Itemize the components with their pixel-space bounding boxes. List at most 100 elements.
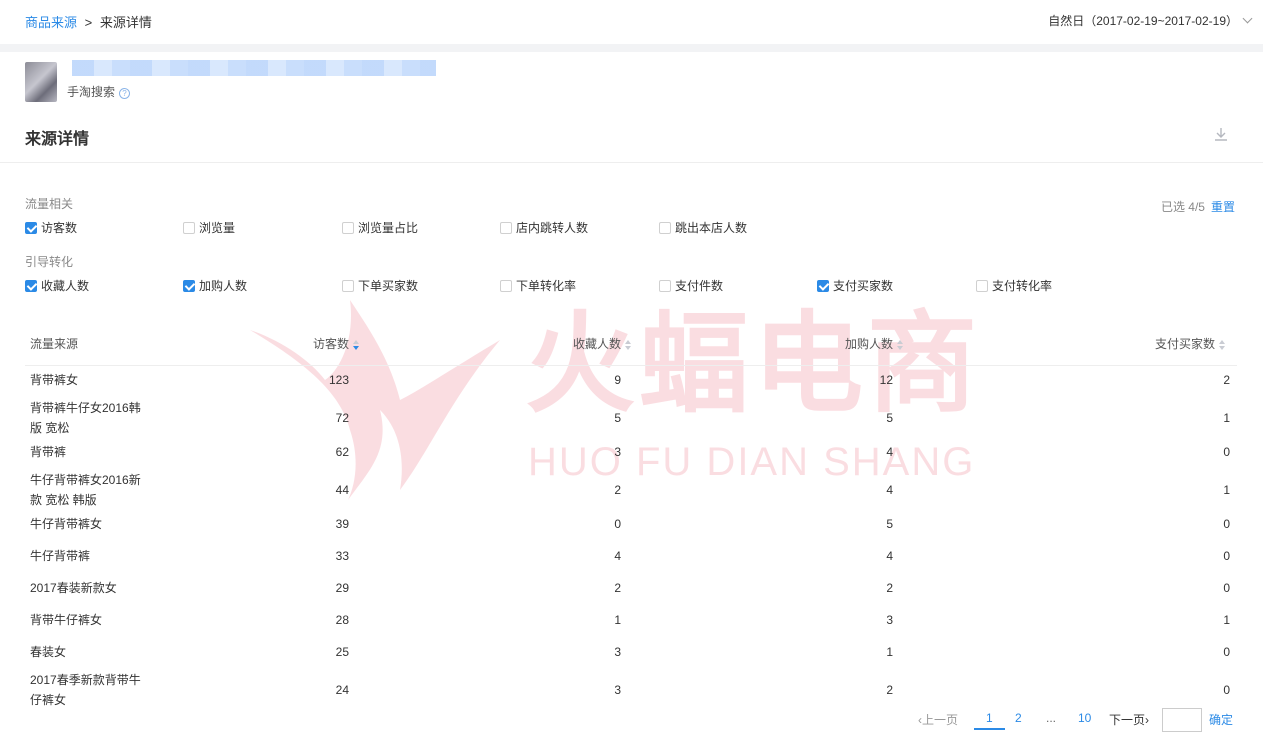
metric-checkbox[interactable]: 支付转化率 bbox=[976, 277, 1052, 294]
cell-buyers: 0 bbox=[1223, 549, 1230, 563]
table-row: 2017春季新款背带牛仔裤女 24 3 2 0 bbox=[25, 670, 1237, 710]
page-button-2[interactable]: 2 bbox=[1015, 711, 1022, 725]
source-subtitle: 手淘搜索? bbox=[67, 83, 131, 100]
checkbox-unchecked-icon[interactable] bbox=[342, 221, 354, 234]
cell-add-cart: 4 bbox=[886, 549, 893, 563]
metric-checkbox-label: 店内跳转人数 bbox=[516, 221, 589, 235]
cell-buyers: 2 bbox=[1223, 373, 1230, 387]
sort-icon[interactable] bbox=[1219, 339, 1226, 350]
checkbox-checked-icon[interactable] bbox=[183, 279, 195, 292]
checkbox-unchecked-icon[interactable] bbox=[659, 221, 671, 234]
filter-group-label-traffic: 流量相关 bbox=[25, 197, 74, 211]
column-header-add-cart[interactable]: 加购人数 bbox=[845, 335, 904, 352]
cell-source-name: 春装女 bbox=[30, 645, 67, 659]
date-range-text: 自然日（2017-02-19~2017-02-19） bbox=[1048, 14, 1238, 28]
metric-checkbox-label: 访客数 bbox=[41, 221, 78, 235]
sort-icon[interactable] bbox=[625, 339, 632, 350]
breadcrumb-parent-link[interactable]: 商品来源 bbox=[25, 15, 77, 30]
checkbox-unchecked-icon[interactable] bbox=[183, 221, 195, 234]
metric-checkbox-label: 下单转化率 bbox=[516, 279, 577, 293]
cell-source-name: 2017春季新款背带牛仔裤女 bbox=[30, 673, 141, 707]
checkbox-unchecked-icon[interactable] bbox=[976, 279, 988, 292]
metric-checkbox-label: 支付转化率 bbox=[992, 279, 1053, 293]
metric-checkbox[interactable]: 收藏人数 bbox=[25, 277, 89, 294]
cell-source-name: 背带裤牛仔女2016韩版 宽松 bbox=[30, 401, 141, 435]
chevron-right-icon: › bbox=[1145, 713, 1150, 727]
metric-checkbox[interactable]: 下单买家数 bbox=[342, 277, 418, 294]
cell-source-name: 背带裤女 bbox=[30, 373, 79, 387]
table-row: 背带裤女 123 9 12 2 bbox=[25, 370, 1237, 390]
help-icon[interactable]: ? bbox=[119, 88, 131, 99]
page-button-last[interactable]: 10 bbox=[1078, 711, 1091, 725]
top-gap bbox=[0, 44, 1263, 52]
column-header-visitors[interactable]: 访客数 bbox=[313, 335, 360, 352]
cell-visitors: 62 bbox=[335, 445, 349, 459]
metric-checkbox[interactable]: 浏览量 bbox=[183, 219, 235, 236]
cell-add-cart: 3 bbox=[886, 613, 893, 627]
breadcrumb-current: 来源详情 bbox=[99, 15, 152, 30]
sort-icon[interactable] bbox=[897, 339, 904, 350]
metric-checkbox[interactable]: 浏览量占比 bbox=[342, 219, 418, 236]
checkbox-unchecked-icon[interactable] bbox=[342, 279, 354, 292]
download-icon[interactable] bbox=[1213, 126, 1229, 142]
metric-checkbox-label: 加购人数 bbox=[199, 279, 248, 293]
checkbox-checked-icon[interactable] bbox=[25, 221, 37, 234]
cell-favorites: 4 bbox=[614, 549, 621, 563]
column-header-buyers[interactable]: 支付买家数 bbox=[1155, 335, 1226, 352]
column-header-visitors-label: 访客数 bbox=[313, 337, 350, 351]
selected-count: 已选 4/5 bbox=[1160, 200, 1205, 214]
table-row: 背带裤 62 3 4 0 bbox=[25, 442, 1237, 462]
cell-add-cart: 2 bbox=[886, 581, 893, 595]
metric-checkbox[interactable]: 支付件数 bbox=[659, 277, 723, 294]
prev-page-button[interactable]: ‹上一页 bbox=[918, 711, 958, 728]
page-ellipsis: ... bbox=[1046, 711, 1057, 725]
cell-buyers: 1 bbox=[1223, 613, 1230, 627]
metric-checkbox[interactable]: 访客数 bbox=[25, 219, 77, 236]
page-jump-input[interactable] bbox=[1162, 708, 1202, 732]
cell-favorites: 1 bbox=[614, 613, 621, 627]
table-header-divider bbox=[25, 365, 1237, 366]
page-jump-confirm-button[interactable]: 确定 bbox=[1209, 711, 1233, 728]
prev-page-label: 上一页 bbox=[922, 713, 959, 727]
cell-visitors: 123 bbox=[328, 373, 349, 387]
cell-favorites: 3 bbox=[614, 445, 621, 459]
checkbox-checked-icon[interactable] bbox=[817, 279, 829, 292]
next-page-label: 下一页 bbox=[1109, 713, 1146, 727]
reset-button[interactable]: 重置 bbox=[1211, 200, 1235, 214]
metric-checkbox-label: 浏览量 bbox=[199, 221, 236, 235]
checkbox-unchecked-icon[interactable] bbox=[500, 221, 512, 234]
filter-group-label-conversion: 引导转化 bbox=[25, 255, 74, 269]
chevron-down-icon bbox=[1242, 13, 1253, 24]
cell-add-cart: 2 bbox=[886, 683, 893, 697]
metric-checkbox[interactable]: 加购人数 bbox=[183, 277, 247, 294]
metric-checkbox-label: 支付买家数 bbox=[833, 279, 894, 293]
table-row: 背带裤牛仔女2016韩版 宽松 72 5 5 1 bbox=[25, 398, 1237, 438]
cell-visitors: 28 bbox=[335, 613, 349, 627]
metric-checkbox[interactable]: 支付买家数 bbox=[817, 277, 893, 294]
source-name-redacted bbox=[72, 60, 436, 76]
page-button-1[interactable]: 1 bbox=[974, 711, 1005, 730]
table-row: 2017春装新款女 29 2 2 0 bbox=[25, 578, 1237, 598]
checkbox-unchecked-icon[interactable] bbox=[500, 279, 512, 292]
source-subtitle-text: 手淘搜索 bbox=[67, 85, 116, 99]
selected-info: 已选 4/5 重置 bbox=[1161, 198, 1235, 215]
sort-icon[interactable] bbox=[353, 339, 360, 350]
cell-add-cart: 4 bbox=[886, 445, 893, 459]
cell-buyers: 1 bbox=[1223, 483, 1230, 497]
cell-visitors: 29 bbox=[335, 581, 349, 595]
column-header-favorites[interactable]: 收藏人数 bbox=[573, 335, 632, 352]
checkbox-unchecked-icon[interactable] bbox=[659, 279, 671, 292]
metric-checkbox-label: 收藏人数 bbox=[41, 279, 90, 293]
next-page-button[interactable]: 下一页› bbox=[1109, 711, 1149, 728]
metric-checkbox[interactable]: 跳出本店人数 bbox=[659, 219, 747, 236]
metric-checkbox-label: 支付件数 bbox=[675, 279, 724, 293]
cell-favorites: 2 bbox=[614, 483, 621, 497]
checkbox-checked-icon[interactable] bbox=[25, 279, 37, 292]
cell-source-name: 牛仔背带裤女2016新款 宽松 韩版 bbox=[30, 473, 141, 507]
cell-visitors: 44 bbox=[335, 483, 349, 497]
metric-checkbox[interactable]: 下单转化率 bbox=[500, 277, 576, 294]
date-range-selector[interactable]: 自然日（2017-02-19~2017-02-19） bbox=[1048, 12, 1253, 29]
table-row: 牛仔背带裤女2016新款 宽松 韩版 44 2 4 1 bbox=[25, 470, 1237, 510]
metric-checkbox-label: 下单买家数 bbox=[358, 279, 419, 293]
metric-checkbox[interactable]: 店内跳转人数 bbox=[500, 219, 588, 236]
